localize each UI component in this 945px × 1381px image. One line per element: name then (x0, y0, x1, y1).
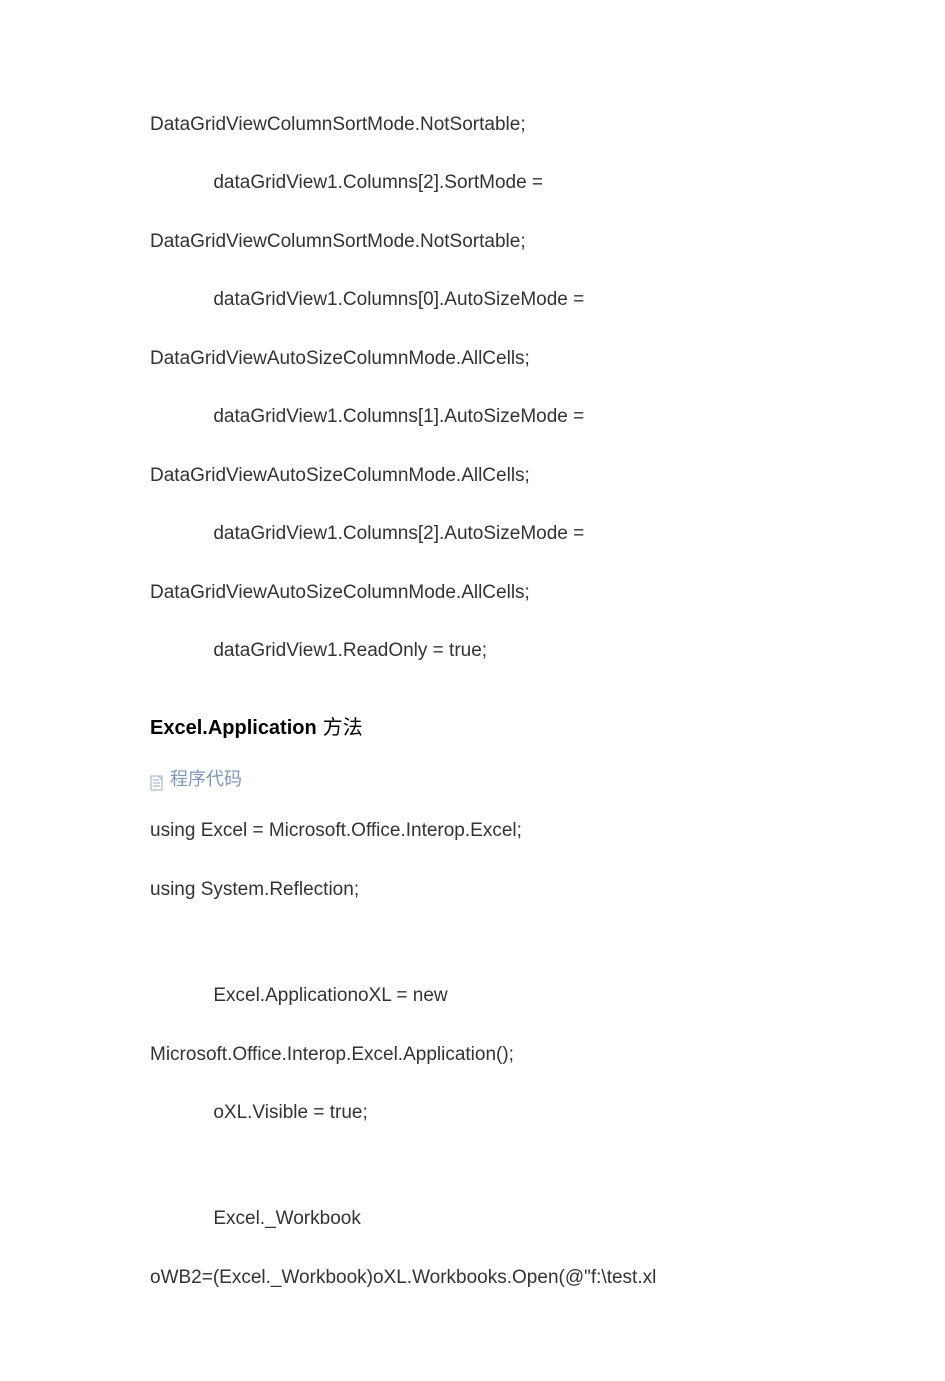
code-caption: 程序代码 (150, 766, 795, 794)
code-line: dataGridView1.Columns[2].SortMode = (150, 168, 795, 197)
code-line: Microsoft.Office.Interop.Excel.Applicati… (150, 1040, 795, 1069)
heading-cn: 方法 (323, 717, 363, 739)
code-block-1: DataGridViewColumnSortMode.NotSortable; … (150, 110, 795, 665)
code-line: DataGridViewColumnSortMode.NotSortable; (150, 227, 795, 256)
code-line (150, 1156, 795, 1185)
code-line: DataGridViewColumnSortMode.NotSortable; (150, 110, 795, 139)
document-page: DataGridViewColumnSortMode.NotSortable; … (0, 0, 945, 1381)
code-line: DataGridViewAutoSizeColumnMode.AllCells; (150, 344, 795, 373)
code-line: dataGridView1.Columns[2].AutoSizeMode = (150, 519, 795, 548)
code-line: oWB2=(Excel._Workbook)oXL.Workbooks.Open… (150, 1263, 795, 1292)
code-line: Excel.ApplicationoXL = new (150, 981, 795, 1010)
code-line: using System.Reflection; (150, 875, 795, 904)
heading-bold: Excel.Application (150, 717, 317, 739)
code-line: DataGridViewAutoSizeColumnMode.AllCells; (150, 578, 795, 607)
section-heading: Excel.Application 方法 (150, 713, 795, 744)
code-line: using Excel = Microsoft.Office.Interop.E… (150, 816, 795, 845)
code-line: Excel._Workbook (150, 1204, 795, 1233)
code-line (150, 933, 795, 962)
code-line: dataGridView1.Columns[0].AutoSizeMode = (150, 285, 795, 314)
code-block-2: using Excel = Microsoft.Office.Interop.E… (150, 816, 795, 1292)
code-line: DataGridViewAutoSizeColumnMode.AllCells; (150, 461, 795, 490)
code-line: dataGridView1.ReadOnly = true; (150, 636, 795, 665)
code-line: oXL.Visible = true; (150, 1098, 795, 1127)
document-icon (150, 772, 164, 788)
code-line: dataGridView1.Columns[1].AutoSizeMode = (150, 402, 795, 431)
code-caption-text: 程序代码 (170, 766, 242, 794)
